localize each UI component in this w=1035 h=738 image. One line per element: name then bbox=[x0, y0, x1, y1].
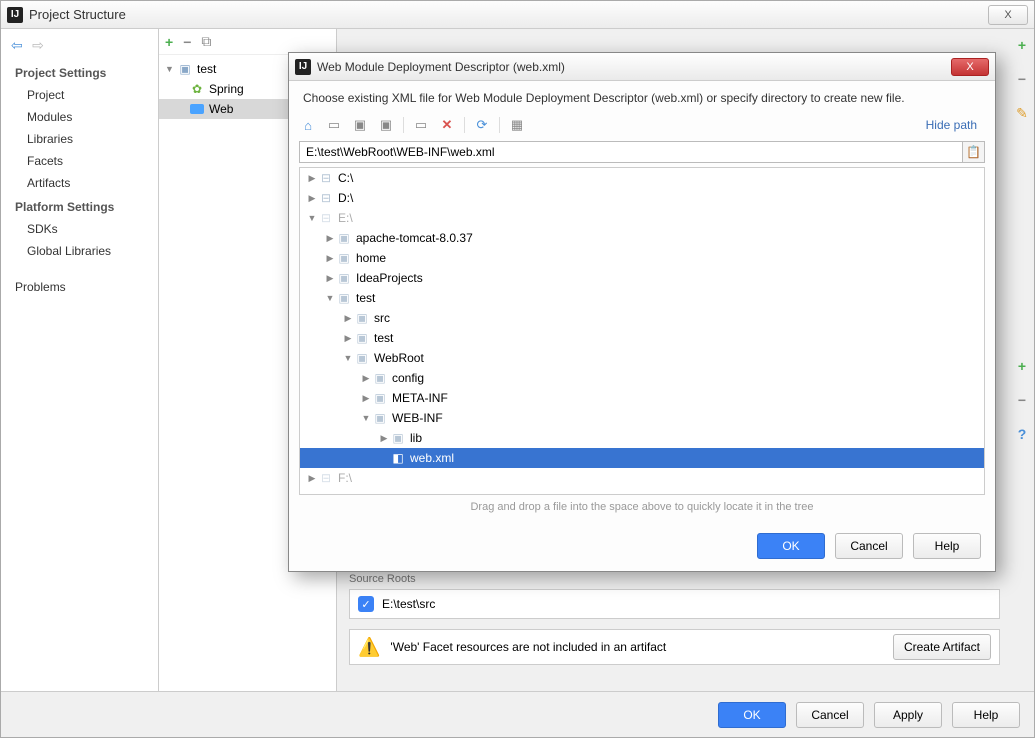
folder-icon: ▣ bbox=[354, 351, 370, 365]
tree-node-label: E:\ bbox=[338, 211, 353, 225]
tree-node-label: test bbox=[374, 331, 393, 345]
tree-node-label: web.xml bbox=[410, 451, 454, 465]
expand-icon[interactable]: ▼ bbox=[324, 293, 336, 303]
tree-node-label: config bbox=[392, 371, 424, 385]
expand-icon[interactable]: ▶ bbox=[342, 333, 354, 344]
expand-icon[interactable]: ▶ bbox=[306, 473, 318, 484]
drive-icon: ⊟ bbox=[318, 171, 334, 185]
expand-icon[interactable]: ▼ bbox=[360, 413, 372, 423]
folder-icon: ▣ bbox=[372, 411, 388, 425]
tree-node-label: WEB-INF bbox=[392, 411, 443, 425]
file-tree-row[interactable]: ▼▣ WebRoot bbox=[300, 348, 984, 368]
folder-icon: ▣ bbox=[336, 271, 352, 285]
modal-backdrop: IJ Web Module Deployment Descriptor (web… bbox=[0, 0, 1035, 738]
project-icon[interactable]: ▭ bbox=[325, 117, 343, 133]
file-tree-row[interactable]: ▶▣ src bbox=[300, 308, 984, 328]
folder-icon: ▣ bbox=[354, 331, 370, 345]
refresh-icon[interactable]: ⟳ bbox=[473, 117, 491, 133]
folder-icon: ▣ bbox=[336, 251, 352, 265]
expand-icon[interactable]: ▶ bbox=[324, 273, 336, 284]
expand-icon[interactable]: ▶ bbox=[342, 313, 354, 324]
modal-cancel-button[interactable]: Cancel bbox=[835, 533, 903, 559]
folder-icon: ▣ bbox=[336, 291, 352, 305]
modal-title: Web Module Deployment Descriptor (web.xm… bbox=[317, 60, 565, 74]
file-tree-row[interactable]: ▶⊟ C:\ bbox=[300, 168, 984, 188]
new-folder-icon[interactable]: ▣ bbox=[351, 117, 369, 133]
modal-ok-button[interactable]: OK bbox=[757, 533, 825, 559]
expand-icon[interactable]: ▶ bbox=[378, 433, 390, 444]
expand-icon[interactable]: ▶ bbox=[360, 393, 372, 404]
modal-button-row: OK Cancel Help bbox=[757, 533, 981, 559]
file-tree-row[interactable]: ▼▣ test bbox=[300, 288, 984, 308]
path-history-icon[interactable]: 📋 bbox=[963, 141, 985, 163]
file-tree-row[interactable]: ▶▣ config bbox=[300, 368, 984, 388]
tree-node-label: IdeaProjects bbox=[356, 271, 423, 285]
app-icon: IJ bbox=[295, 59, 311, 75]
file-tree-row[interactable]: ▶▣ home bbox=[300, 248, 984, 268]
modal-title-bar: IJ Web Module Deployment Descriptor (web… bbox=[289, 53, 995, 81]
file-tree-row[interactable]: ▶▣ META-INF bbox=[300, 388, 984, 408]
tree-node-label: C:\ bbox=[338, 171, 353, 185]
path-input[interactable] bbox=[299, 141, 963, 163]
tree-node-label: META-INF bbox=[392, 391, 448, 405]
expand-icon[interactable]: ▶ bbox=[324, 253, 336, 264]
tree-node-label: apache-tomcat-8.0.37 bbox=[356, 231, 473, 245]
expand-icon[interactable]: ▶ bbox=[324, 233, 336, 244]
folder-icon: ▣ bbox=[336, 231, 352, 245]
file-tree-row[interactable]: ▶⊟ F:\ bbox=[300, 468, 984, 488]
file-tree-row[interactable]: ▶⊟ D:\ bbox=[300, 188, 984, 208]
file-chooser-dialog: IJ Web Module Deployment Descriptor (web… bbox=[288, 52, 996, 572]
hide-path-link[interactable]: Hide path bbox=[926, 118, 985, 132]
file-tree-row[interactable]: ▼⊟ E:\ bbox=[300, 208, 984, 228]
folder-icon[interactable]: ▣ bbox=[377, 117, 395, 133]
file-tree-row[interactable]: ▶▣ lib bbox=[300, 428, 984, 448]
drive-icon: ⊟ bbox=[318, 471, 334, 485]
folder-icon: ▣ bbox=[354, 311, 370, 325]
file-tree-row[interactable]: ◧ web.xml bbox=[300, 448, 984, 468]
tree-node-label: F:\ bbox=[338, 471, 352, 485]
modal-help-button[interactable]: Help bbox=[913, 533, 981, 559]
tree-node-label: src bbox=[374, 311, 390, 325]
modal-close-button[interactable]: X bbox=[951, 58, 989, 76]
tree-node-label: lib bbox=[410, 431, 422, 445]
delete-icon[interactable]: ✕ bbox=[438, 117, 456, 133]
show-hidden-icon[interactable]: ▦ bbox=[508, 117, 526, 133]
folder-icon: ▣ bbox=[390, 431, 406, 445]
tree-node-label: D:\ bbox=[338, 191, 353, 205]
tree-node-label: home bbox=[356, 251, 386, 265]
modal-hint: Drag and drop a file into the space abov… bbox=[289, 495, 995, 515]
drive-icon: ⊟ bbox=[318, 211, 334, 225]
tree-node-label: WebRoot bbox=[374, 351, 424, 365]
file-tree[interactable]: ▶⊟C:\▶⊟D:\▼⊟E:\▶▣apache-tomcat-8.0.37▶▣h… bbox=[299, 167, 985, 495]
file-tree-row[interactable]: ▶▣ test bbox=[300, 328, 984, 348]
expand-icon[interactable]: ▼ bbox=[342, 353, 354, 363]
expand-icon[interactable]: ▶ bbox=[306, 173, 318, 184]
home-icon[interactable]: ⌂ bbox=[299, 118, 317, 133]
file-tree-row[interactable]: ▼▣ WEB-INF bbox=[300, 408, 984, 428]
drive-icon: ⊟ bbox=[318, 191, 334, 205]
file-tree-row[interactable]: ▶▣ IdeaProjects bbox=[300, 268, 984, 288]
tree-node-label: test bbox=[356, 291, 375, 305]
copy-icon[interactable]: ▭ bbox=[412, 117, 430, 133]
file-tree-row[interactable]: ▶▣ apache-tomcat-8.0.37 bbox=[300, 228, 984, 248]
modal-toolbar: ⌂ ▭ ▣ ▣ ▭ ✕ ⟳ ▦ Hide path bbox=[289, 111, 995, 139]
expand-icon[interactable]: ▶ bbox=[306, 193, 318, 204]
folder-icon: ▣ bbox=[372, 391, 388, 405]
expand-icon[interactable]: ▼ bbox=[306, 213, 318, 223]
modal-description: Choose existing XML file for Web Module … bbox=[289, 81, 995, 111]
file-icon: ◧ bbox=[390, 451, 406, 465]
expand-icon[interactable]: ▶ bbox=[360, 373, 372, 384]
path-field-row: 📋 bbox=[299, 141, 985, 163]
folder-icon: ▣ bbox=[372, 371, 388, 385]
